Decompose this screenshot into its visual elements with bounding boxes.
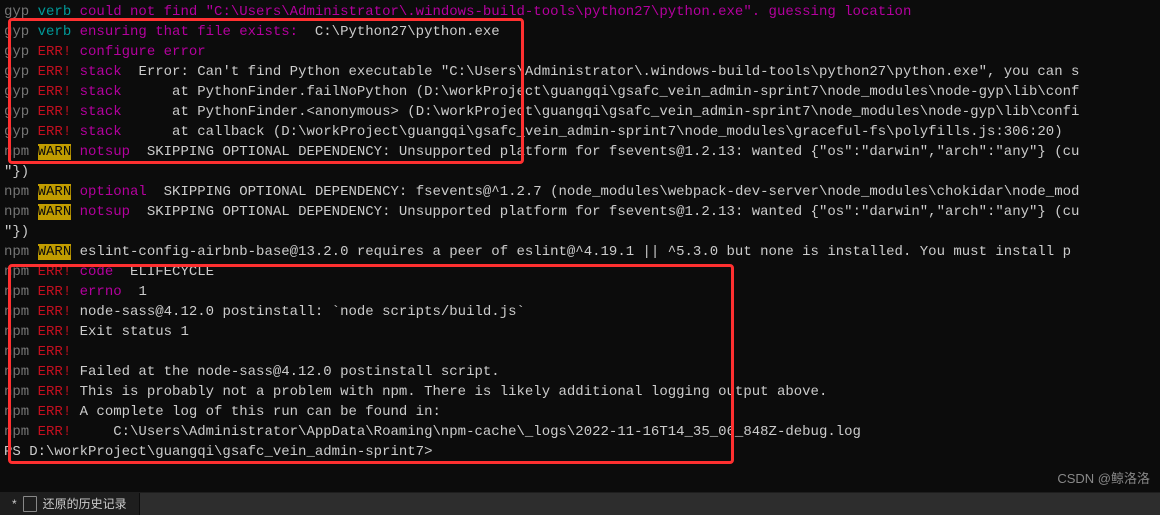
terminal-line: npm ERR! Failed at the node-sass@4.12.0 … <box>4 362 1156 382</box>
terminal-line: npm ERR! Exit status 1 <box>4 322 1156 342</box>
terminal-line: npm ERR! errno 1 <box>4 282 1156 302</box>
terminal-line: npm ERR! <box>4 342 1156 362</box>
terminal-line: gyp verb could not find "C:\Users\Admini… <box>4 2 1156 22</box>
terminal-line: gyp ERR! stack at callback (D:\workProje… <box>4 122 1156 142</box>
watermark: CSDN @鲸洛洛 <box>1057 469 1150 489</box>
terminal-line: gyp ERR! stack at PythonFinder.failNoPyt… <box>4 82 1156 102</box>
tab-history[interactable]: * 还原的历史记录 <box>0 493 140 515</box>
terminal-line: npm WARN optional SKIPPING OPTIONAL DEPE… <box>4 182 1156 202</box>
terminal-prompt[interactable]: PS D:\workProject\guangqi\gsafc_vein_adm… <box>4 442 1156 462</box>
terminal-line: npm ERR! C:\Users\Administrator\AppData\… <box>4 422 1156 442</box>
terminal-line: npm WARN notsup SKIPPING OPTIONAL DEPEND… <box>4 202 1156 222</box>
terminal-line: npm WARN eslint-config-airbnb-base@13.2.… <box>4 242 1156 262</box>
modified-indicator: * <box>12 494 17 514</box>
terminal-output: gyp verb could not find "C:\Users\Admini… <box>0 0 1160 464</box>
terminal-line: gyp ERR! stack at PythonFinder.<anonymou… <box>4 102 1156 122</box>
terminal-line: npm ERR! This is probably not a problem … <box>4 382 1156 402</box>
terminal-line: gyp ERR! configure error <box>4 42 1156 62</box>
terminal-line: npm WARN notsup SKIPPING OPTIONAL DEPEND… <box>4 142 1156 162</box>
terminal-line: "}) <box>4 222 1156 242</box>
terminal-line: npm ERR! code ELIFECYCLE <box>4 262 1156 282</box>
document-icon <box>23 496 37 512</box>
tab-bar: * 还原的历史记录 <box>0 492 1160 515</box>
terminal-line: gyp verb ensuring that file exists: C:\P… <box>4 22 1156 42</box>
terminal-line: npm ERR! A complete log of this run can … <box>4 402 1156 422</box>
terminal-line: "}) <box>4 162 1156 182</box>
terminal-line: gyp ERR! stack Error: Can't find Python … <box>4 62 1156 82</box>
terminal-line: npm ERR! node-sass@4.12.0 postinstall: `… <box>4 302 1156 322</box>
tab-label: 还原的历史记录 <box>43 494 127 514</box>
